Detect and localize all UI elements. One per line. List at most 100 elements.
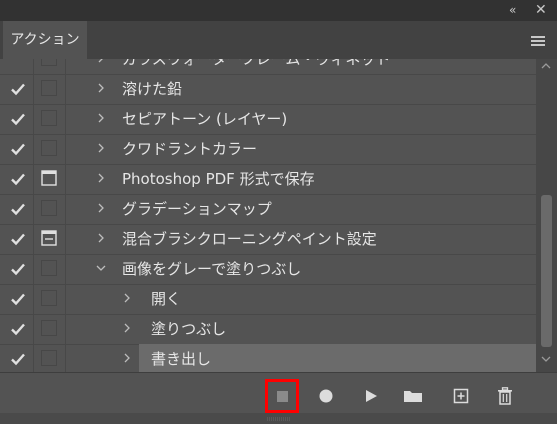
- action-label: セピアトーン (レイヤー): [122, 110, 288, 128]
- chevron-right-icon[interactable]: [95, 232, 107, 244]
- action-label: ガラスウォーターフレーム・ヴィネット: [122, 59, 391, 68]
- chevron-right-icon[interactable]: [95, 142, 107, 154]
- delete-button[interactable]: [490, 383, 520, 409]
- play-icon: [366, 390, 377, 402]
- column-divider: [33, 104, 34, 134]
- toggle-item-on-icon[interactable]: [10, 171, 26, 187]
- create-new-action-button[interactable]: [446, 383, 476, 409]
- chevron-right-icon[interactable]: [121, 292, 133, 304]
- resize-grip-icon[interactable]: [264, 417, 294, 421]
- begin-recording-button[interactable]: [311, 383, 341, 409]
- toggle-dialog-icon[interactable]: [41, 350, 57, 366]
- action-row[interactable]: 開く: [0, 284, 536, 315]
- chevron-right-icon[interactable]: [95, 172, 107, 184]
- scroll-up-icon[interactable]: [541, 63, 551, 69]
- action-row[interactable]: 混合ブラシクローニングペイント設定: [0, 224, 536, 255]
- toggle-item-on-icon[interactable]: [10, 141, 26, 157]
- toggle-item-on-icon[interactable]: [10, 201, 26, 217]
- chevron-right-icon[interactable]: [95, 112, 107, 124]
- collapse-panel-icon[interactable]: «: [509, 3, 516, 17]
- action-row[interactable]: 画像をグレーで塗りつぶし: [0, 254, 536, 285]
- toggle-dialog-icon[interactable]: [41, 320, 57, 336]
- action-label: グラデーションマップ: [122, 200, 272, 218]
- stop-icon: [276, 390, 288, 402]
- chevron-down-icon[interactable]: [95, 262, 107, 274]
- chevron-right-icon[interactable]: [121, 322, 133, 334]
- panel-titlebar: « ✕: [0, 0, 557, 21]
- column-divider: [65, 224, 66, 254]
- trash-icon: [498, 387, 512, 405]
- action-row[interactable]: セピアトーン (レイヤー): [0, 104, 536, 135]
- scrollbar-thumb[interactable]: [541, 195, 552, 347]
- toggle-item-on-icon[interactable]: [10, 81, 26, 97]
- chevron-right-icon[interactable]: [95, 82, 107, 94]
- column-divider: [65, 59, 66, 74]
- column-divider: [65, 134, 66, 164]
- action-label: 画像をグレーで塗りつぶし: [122, 260, 302, 278]
- column-divider: [65, 164, 66, 194]
- toggle-dialog-icon[interactable]: [41, 110, 57, 126]
- action-label: Photoshop PDF 形式で保存: [122, 170, 315, 188]
- toggle-dialog-icon[interactable]: [41, 200, 57, 216]
- action-label: クワドラントカラー: [122, 140, 258, 158]
- toggle-dialog-icon[interactable]: [41, 260, 57, 276]
- vertical-scrollbar[interactable]: [536, 59, 557, 372]
- action-label: 塗りつぶし: [151, 320, 227, 338]
- new-item-icon: [453, 388, 469, 404]
- action-label: 開く: [151, 290, 182, 308]
- action-label: 溶けた鉛: [122, 80, 183, 98]
- action-label: 混合ブラシクローニングペイント設定: [122, 230, 377, 248]
- action-row[interactable]: ガラスウォーターフレーム・ヴィネット: [0, 59, 536, 75]
- toggle-item-on-icon[interactable]: [10, 291, 26, 307]
- column-divider: [33, 74, 34, 104]
- play-selection-button[interactable]: [356, 383, 386, 409]
- column-divider: [33, 314, 34, 344]
- column-divider: [65, 74, 66, 104]
- chevron-right-icon[interactable]: [121, 352, 133, 364]
- column-divider: [33, 194, 34, 224]
- column-divider: [33, 59, 34, 74]
- action-row[interactable]: Photoshop PDF 形式で保存: [0, 164, 536, 195]
- toggle-item-on-icon[interactable]: [10, 321, 26, 337]
- action-row[interactable]: 塗りつぶし: [0, 314, 536, 345]
- column-divider: [33, 284, 34, 314]
- toggle-item-on-icon[interactable]: [10, 261, 26, 277]
- toggle-dialog-icon[interactable]: [41, 230, 57, 246]
- column-divider: [65, 104, 66, 134]
- column-divider: [33, 344, 34, 372]
- column-divider: [65, 314, 66, 344]
- toggle-dialog-icon[interactable]: [41, 140, 57, 156]
- toggle-item-on-icon[interactable]: [10, 351, 26, 367]
- column-divider: [33, 164, 34, 194]
- action-row[interactable]: 書き出し: [0, 344, 536, 372]
- action-row[interactable]: 溶けた鉛: [0, 74, 536, 105]
- scroll-down-icon[interactable]: [541, 356, 551, 362]
- actions-panel: « ✕ アクション ガラスウォーターフレーム・ヴィネット溶けた鉛セピアトーン (…: [0, 0, 557, 424]
- toggle-dialog-icon[interactable]: [41, 80, 57, 96]
- column-divider: [65, 344, 66, 372]
- chevron-right-icon[interactable]: [95, 202, 107, 214]
- action-row[interactable]: グラデーションマップ: [0, 194, 536, 225]
- tab-bar: アクション: [0, 21, 557, 59]
- tab-actions[interactable]: アクション: [3, 21, 87, 59]
- column-divider: [65, 254, 66, 284]
- folder-icon: [404, 391, 422, 402]
- column-divider: [65, 194, 66, 224]
- create-new-set-button[interactable]: [398, 383, 428, 409]
- chevron-right-icon[interactable]: [95, 59, 107, 64]
- stop-playing-recording-button[interactable]: [265, 379, 299, 413]
- actions-list: ガラスウォーターフレーム・ヴィネット溶けた鉛セピアトーン (レイヤー) クワドラン…: [0, 59, 536, 372]
- toggle-item-on-icon[interactable]: [10, 111, 26, 127]
- panel-menu-icon[interactable]: [531, 36, 545, 46]
- column-divider: [33, 254, 34, 284]
- toggle-dialog-icon[interactable]: [41, 59, 57, 66]
- toggle-item-on-icon[interactable]: [10, 231, 26, 247]
- close-panel-icon[interactable]: ✕: [535, 2, 547, 18]
- record-icon: [319, 389, 333, 403]
- column-divider: [33, 134, 34, 164]
- toggle-dialog-icon[interactable]: [41, 170, 57, 186]
- action-label: 書き出し: [139, 344, 536, 372]
- toggle-dialog-icon[interactable]: [41, 290, 57, 306]
- action-row[interactable]: クワドラントカラー: [0, 134, 536, 165]
- column-divider: [33, 224, 34, 254]
